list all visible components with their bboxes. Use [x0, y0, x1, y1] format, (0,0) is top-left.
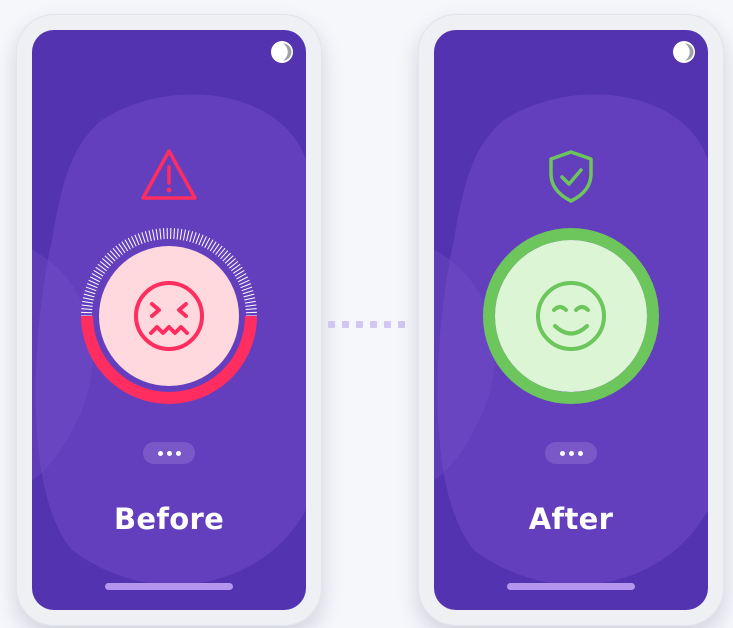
gauge-tick [144, 231, 149, 242]
gauge-face [495, 240, 647, 392]
more-options-button[interactable] [545, 442, 597, 464]
after-screen: After [434, 30, 708, 610]
gauge-tick [141, 232, 146, 243]
gauge-tick [81, 304, 93, 307]
after-phone: After [418, 14, 724, 626]
gauge-tick [245, 308, 257, 311]
gauge-tick [86, 283, 98, 289]
gauge-tick [162, 228, 165, 240]
shield-check-icon [549, 150, 593, 203]
dotted-connector [328, 321, 405, 328]
gauge-tick [244, 300, 256, 304]
gauge-tick [242, 290, 254, 295]
gauge-tick [82, 297, 94, 301]
warning-triangle-icon [141, 149, 197, 200]
comparison-stage: Before After [0, 0, 733, 628]
gauge-tick [152, 229, 156, 241]
before-caption: Before [113, 502, 225, 536]
more-options-button[interactable] [143, 442, 195, 464]
gauge-tick [155, 228, 159, 240]
gauge-tick [83, 293, 95, 298]
gauge-tick [82, 300, 94, 304]
gauge-tick [159, 228, 162, 240]
calm-gauge [482, 228, 659, 404]
moon-icon[interactable] [270, 40, 294, 64]
home-indicator[interactable] [105, 583, 233, 590]
home-indicator[interactable] [507, 583, 635, 590]
before-phone: Before [16, 14, 322, 626]
ellipsis-icon [175, 450, 181, 456]
gauge-tick [179, 228, 183, 240]
ellipsis-icon [166, 450, 172, 456]
gauge-face [99, 246, 239, 386]
moon-icon[interactable] [672, 40, 696, 64]
gauge-tick [176, 228, 179, 240]
gauge-tick [134, 234, 140, 246]
gauge-tick [189, 231, 194, 242]
stress-gauge [81, 228, 257, 404]
gauge-tick [192, 232, 197, 243]
ellipsis-icon [559, 450, 565, 456]
gauge-tick [173, 228, 176, 240]
gauge-tick [240, 283, 252, 289]
gauge-tick [195, 233, 201, 245]
gauge-tick [81, 308, 93, 311]
gauge-tick [245, 304, 257, 307]
gauge-tick [198, 234, 204, 246]
gauge-tick [244, 297, 256, 301]
gauge-tick [148, 230, 152, 242]
gauge-tick [137, 233, 143, 245]
gauge-tick [241, 286, 253, 292]
after-caption: After [528, 502, 614, 536]
gauge-tick [84, 290, 96, 295]
before-screen: Before [32, 30, 306, 610]
gauge-tick [243, 293, 255, 298]
ellipsis-icon [157, 450, 163, 456]
ellipsis-icon [577, 450, 583, 456]
gauge-tick [182, 229, 186, 241]
ellipsis-icon [568, 450, 574, 456]
gauge-tick [186, 230, 190, 242]
gauge-tick [85, 286, 97, 292]
